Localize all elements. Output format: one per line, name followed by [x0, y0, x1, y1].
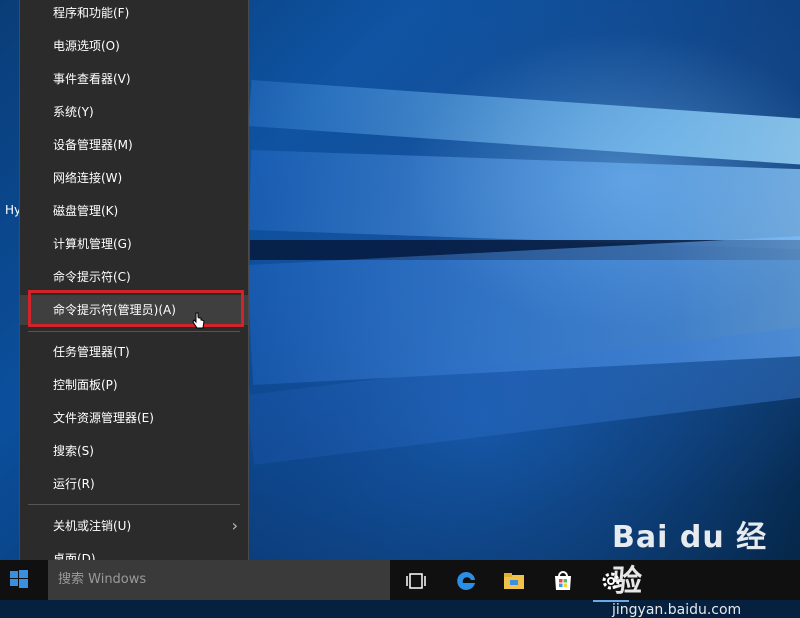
- red-highlight-annotation: [28, 290, 244, 327]
- menu-item-run[interactable]: 运行(R): [20, 469, 248, 499]
- windows-start-icon[interactable]: [10, 570, 28, 588]
- baidu-jingyan-watermark: Bai du 经验 jingyan.baidu.com: [612, 512, 792, 618]
- watermark-url: jingyan.baidu.com: [612, 602, 742, 618]
- menu-item-event-viewer[interactable]: 事件查看器(V): [20, 64, 248, 94]
- menu-item-task-manager[interactable]: 任务管理器(T): [20, 337, 248, 367]
- menu-item-computer-management[interactable]: 计算机管理(G): [20, 229, 248, 259]
- menu-item-shutdown-signout[interactable]: 关机或注销(U) ›: [20, 511, 248, 541]
- menu-item-system[interactable]: 系统(Y): [20, 97, 248, 127]
- menu-item-file-explorer[interactable]: 文件资源管理器(E): [20, 403, 248, 433]
- wallpaper-light-beam: [248, 150, 800, 255]
- menu-separator: [28, 331, 240, 332]
- menu-item-disk-management[interactable]: 磁盘管理(K): [20, 196, 248, 226]
- store-icon[interactable]: [545, 566, 581, 596]
- menu-item-power-options[interactable]: 电源选项(O): [20, 31, 248, 61]
- menu-item-shutdown-label: 关机或注销(U): [53, 519, 132, 533]
- hand-cursor-icon: [192, 312, 205, 329]
- chevron-right-icon: ›: [231, 516, 238, 535]
- taskbar-search-input[interactable]: 搜索 Windows: [48, 560, 390, 600]
- menu-item-control-panel[interactable]: 控制面板(P): [20, 370, 248, 400]
- file-explorer-icon[interactable]: [496, 566, 532, 596]
- menu-item-command-prompt[interactable]: 命令提示符(C): [20, 262, 248, 292]
- edge-icon[interactable]: [448, 566, 484, 596]
- task-view-icon[interactable]: [398, 566, 434, 596]
- menu-separator: [28, 504, 240, 505]
- menu-item-search[interactable]: 搜索(S): [20, 436, 248, 466]
- menu-item-programs-features[interactable]: 程序和功能(F): [20, 0, 248, 28]
- menu-item-device-manager[interactable]: 设备管理器(M): [20, 130, 248, 160]
- menu-item-network-connections[interactable]: 网络连接(W): [20, 163, 248, 193]
- watermark-logo: Bai du 经验: [612, 520, 768, 599]
